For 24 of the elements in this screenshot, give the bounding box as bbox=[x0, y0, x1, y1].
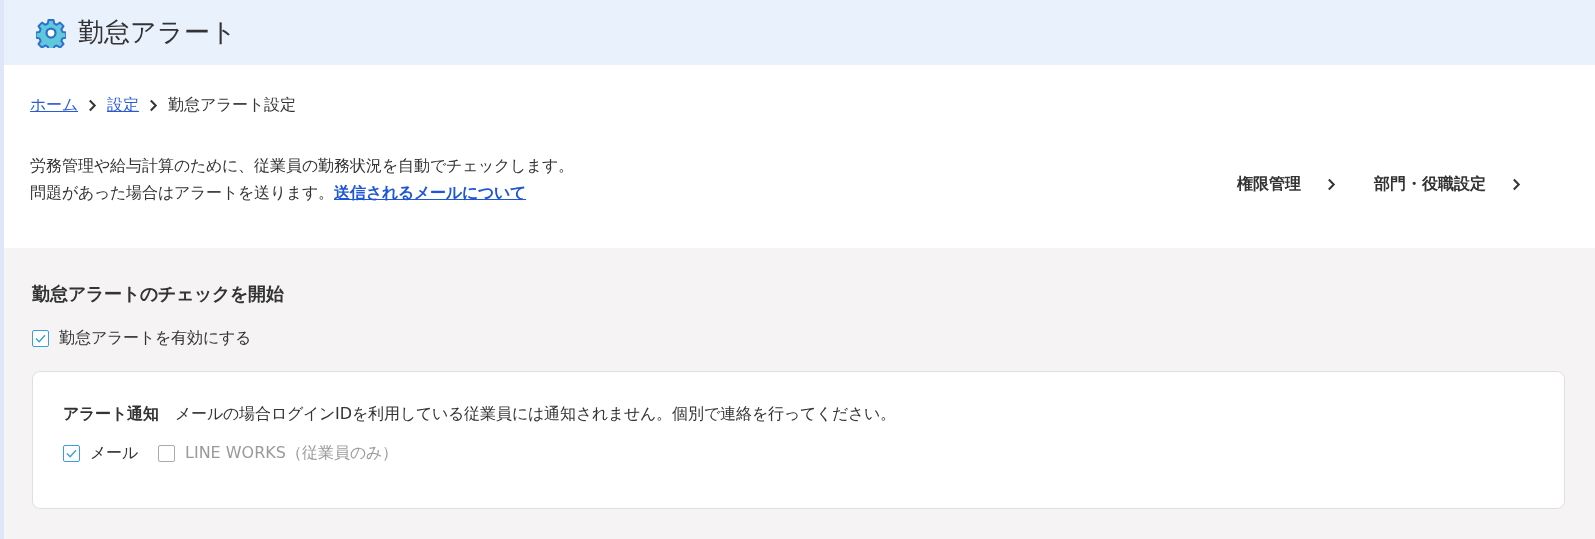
breadcrumb-link[interactable]: 設定 bbox=[107, 95, 139, 116]
checkbox[interactable] bbox=[32, 330, 49, 347]
section-heading: 勤怠アラートのチェックを開始 bbox=[32, 282, 285, 306]
gear-icon bbox=[36, 17, 66, 48]
description-text: 問題があった場合はアラートを送ります。 bbox=[30, 183, 334, 202]
nav-link[interactable]: 権限管理 bbox=[1237, 173, 1301, 195]
checkbox-label: LINE WORKS（従業員のみ） bbox=[185, 443, 398, 464]
chevron-icon bbox=[1512, 177, 1521, 191]
description-text: 労務管理や給与計算のために、従業員の勤務状況を自動でチェックします。 bbox=[30, 155, 574, 177]
note-text: メールの場合ログインIDを利用している従業員には通知されません。個別で連絡を行ってください。 bbox=[175, 404, 897, 425]
breadcrumb-current: 勤怠アラート設定 bbox=[168, 95, 296, 116]
page-title: 勤怠アラート bbox=[78, 16, 237, 49]
checkbox[interactable] bbox=[63, 445, 80, 462]
check-icon bbox=[66, 449, 77, 458]
field-label: アラート通知 bbox=[63, 404, 159, 425]
chevron-icon bbox=[1327, 177, 1336, 191]
chevron-icon bbox=[149, 99, 158, 112]
nav-link[interactable]: 部門・役職設定 bbox=[1374, 173, 1486, 195]
breadcrumb-link[interactable]: ホーム bbox=[30, 95, 78, 116]
check-icon bbox=[35, 334, 46, 343]
chevron-icon bbox=[88, 99, 97, 112]
mail-info-link[interactable]: 送信されるメールについて bbox=[334, 183, 526, 202]
checkbox-label: メール bbox=[90, 443, 138, 464]
checkbox-label: 勤怠アラートを有効にする bbox=[59, 328, 251, 349]
